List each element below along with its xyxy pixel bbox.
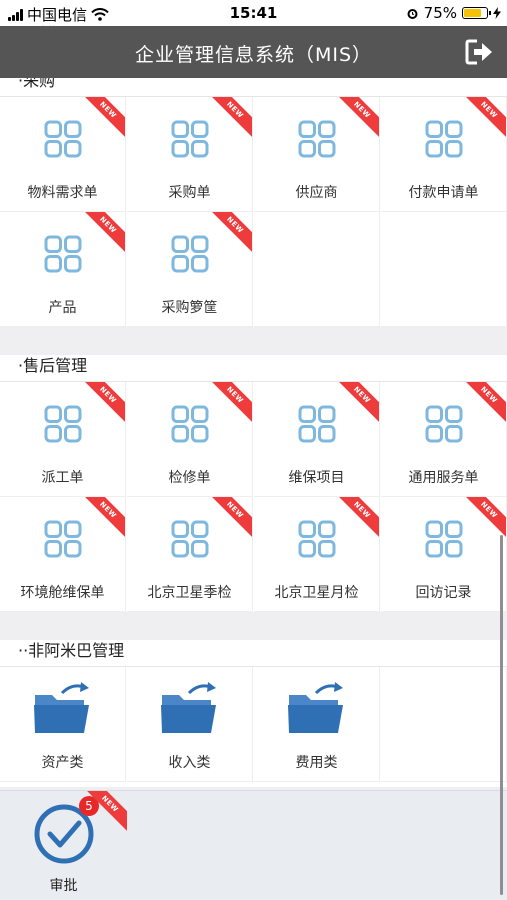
section-non-amoeba: ··非阿米巴管理 资产类 收入类 费用类: [0, 640, 507, 787]
tile-label: 费用类: [295, 755, 338, 771]
tile-expenses[interactable]: 费用类: [254, 667, 380, 782]
tile-income[interactable]: 收入类: [127, 667, 253, 782]
grid-icon: [425, 520, 463, 558]
grid-icon: [298, 520, 336, 558]
tile-label: 环境舱维保单: [20, 585, 105, 601]
menu-content: ·采购 NEW 物料需求单 NEW 采购单 NEW 供应商 NEW 付款申请单 NEW 产…: [0, 78, 507, 790]
tile-label: 派工单: [41, 470, 84, 486]
page-title: 企业管理信息系统（MIS）: [134, 44, 373, 66]
tile-empty: [381, 667, 507, 782]
tile-label: 通用服务单: [408, 470, 479, 486]
grid-icon: [44, 520, 82, 558]
battery-icon: [462, 7, 491, 19]
new-ribbon: NEW: [330, 497, 379, 542]
grid-icon: [171, 520, 209, 558]
tile-grid: NEW 物料需求单 NEW 采购单 NEW 供应商 NEW 付款申请单 NEW 产品 NE…: [0, 97, 507, 327]
new-ribbon: NEW: [76, 382, 125, 427]
grid-icon: [44, 405, 82, 443]
tile-label: 供应商: [295, 185, 338, 201]
new-ribbon: NEW: [76, 212, 125, 257]
new-ribbon: NEW: [330, 382, 379, 427]
bottom-bar: 5 NEW 审批: [0, 790, 507, 900]
section-title: ··非阿米巴管理: [0, 640, 507, 667]
grid-icon: [44, 235, 82, 273]
tile-label: 维保项目: [288, 470, 345, 486]
tile-label: 北京卫星月检: [274, 585, 359, 601]
tile-label: 采购箩筐: [161, 300, 218, 316]
section-title: ·售后管理: [0, 355, 507, 382]
tile-label: 产品: [48, 300, 77, 316]
tile-repair-order[interactable]: NEW 检修单: [127, 382, 253, 497]
tile-label: 北京卫星季检: [147, 585, 232, 601]
tile-monthly-inspection[interactable]: NEW 北京卫星月检: [254, 497, 380, 612]
navigation-bar: 企业管理信息系统（MIS）: [0, 26, 507, 78]
grid-icon: [425, 120, 463, 158]
alarm-icon: [407, 8, 418, 19]
tile-grid: NEW 派工单 NEW 检修单 NEW 维保项目 NEW 通用服务单 NEW 环境舱维保单…: [0, 382, 507, 612]
tile-empty: [381, 212, 507, 327]
section-after-sales: ·售后管理 NEW 派工单 NEW 检修单 NEW 维保项目 NEW 通用服务单 NEW…: [0, 355, 507, 612]
tile-label: 收入类: [168, 755, 211, 771]
approval-button[interactable]: 5 NEW 审批: [0, 791, 127, 900]
tile-label: 物料需求单: [27, 185, 98, 201]
status-right: 75%: [406, 4, 501, 22]
approval-label: 审批: [49, 878, 78, 894]
charging-icon: [493, 7, 501, 19]
new-ribbon: NEW: [203, 497, 252, 542]
tile-return-visit[interactable]: NEW 回访记录: [381, 497, 507, 612]
grid-icon: [298, 405, 336, 443]
tile-payment-request[interactable]: NEW 付款申请单: [381, 97, 507, 212]
tile-grid: 资产类 收入类 费用类: [0, 667, 507, 787]
new-ribbon: NEW: [330, 97, 379, 142]
new-ribbon: NEW: [203, 212, 252, 257]
tile-maintenance-item[interactable]: NEW 维保项目: [254, 382, 380, 497]
tile-purchase-basket[interactable]: NEW 采购箩筐: [127, 212, 253, 327]
tile-purchase-order[interactable]: NEW 采购单: [127, 97, 253, 212]
battery-percent: 75%: [423, 4, 457, 22]
section-purchasing: ·采购 NEW 物料需求单 NEW 采购单 NEW 供应商 NEW 付款申请单 NEW 产…: [0, 78, 507, 327]
grid-icon: [44, 120, 82, 158]
tile-empty: [254, 212, 380, 327]
tile-dispatch-order[interactable]: NEW 派工单: [0, 382, 126, 497]
tile-material-request[interactable]: NEW 物料需求单: [0, 97, 126, 212]
folder-icon: [34, 682, 89, 733]
grid-icon: [171, 120, 209, 158]
tile-quarterly-inspection[interactable]: NEW 北京卫星季检: [127, 497, 253, 612]
tile-label: 付款申请单: [408, 185, 479, 201]
new-ribbon: NEW: [203, 97, 252, 142]
new-ribbon: NEW: [76, 497, 125, 542]
grid-icon: [171, 405, 209, 443]
tile-label: 回访记录: [415, 585, 472, 601]
grid-icon: [425, 405, 463, 443]
new-ribbon: NEW: [457, 382, 506, 427]
tile-supplier[interactable]: NEW 供应商: [254, 97, 380, 212]
tile-product[interactable]: NEW 产品: [0, 212, 126, 327]
tile-label: 采购单: [168, 185, 211, 201]
tile-label: 检修单: [168, 470, 211, 486]
section-title: ·采购: [0, 78, 507, 97]
grid-icon: [298, 120, 336, 158]
new-ribbon: NEW: [457, 97, 506, 142]
new-ribbon: NEW: [203, 382, 252, 427]
folder-icon: [161, 682, 216, 733]
folder-icon: [288, 682, 343, 733]
logout-icon: [465, 39, 492, 65]
new-ribbon: NEW: [76, 97, 125, 142]
scrollbar[interactable]: [500, 535, 503, 895]
tile-general-service-order[interactable]: NEW 通用服务单: [381, 382, 507, 497]
logout-button[interactable]: [465, 38, 495, 66]
tile-assets[interactable]: 资产类: [0, 667, 126, 782]
grid-icon: [171, 235, 209, 273]
tile-chamber-maintenance[interactable]: NEW 环境舱维保单: [0, 497, 126, 612]
tile-label: 资产类: [41, 755, 84, 771]
